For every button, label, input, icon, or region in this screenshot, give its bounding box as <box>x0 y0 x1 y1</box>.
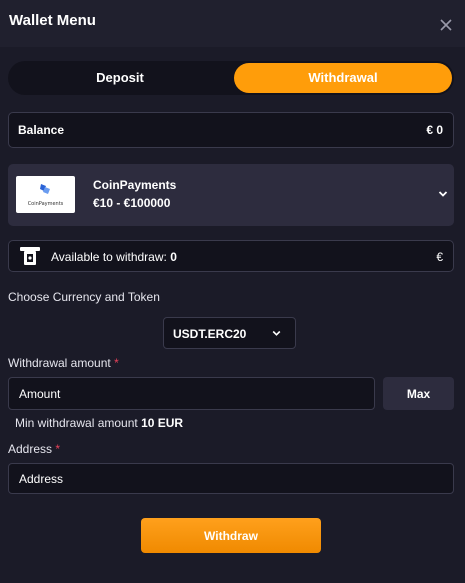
modal-title: Wallet Menu <box>9 12 96 29</box>
min-withdrawal-note: Min withdrawal amount 10 EUR <box>15 416 183 430</box>
available-label-text: Available to withdraw: <box>51 250 171 264</box>
chevron-down-icon <box>272 330 281 336</box>
tab-withdrawal[interactable]: Withdrawal <box>234 63 452 93</box>
max-button[interactable]: Max <box>383 377 454 410</box>
address-label: Address * <box>8 442 60 456</box>
amount-input[interactable] <box>8 377 375 410</box>
tab-bar: Deposit Withdrawal <box>8 61 454 95</box>
chevron-down-icon[interactable] <box>438 190 448 198</box>
close-icon[interactable] <box>436 15 456 35</box>
logo-text: CoinPayments <box>27 201 64 207</box>
available-currency: € <box>436 250 443 264</box>
modal-header: Wallet Menu <box>0 0 465 47</box>
address-input[interactable] <box>8 463 454 494</box>
balance-value: € 0 <box>426 123 443 137</box>
min-note-value: 10 EUR <box>141 416 184 430</box>
min-note-prefix: Min withdrawal amount <box>15 416 142 430</box>
required-marker: * <box>114 356 119 370</box>
tab-deposit[interactable]: Deposit <box>10 63 230 93</box>
address-label-text: Address <box>8 442 53 456</box>
withdraw-button[interactable]: Withdraw <box>141 518 321 553</box>
payment-method-name: CoinPayments <box>93 178 177 192</box>
balance-label: Balance <box>18 123 65 137</box>
available-label: Available to withdraw: 0 <box>51 250 177 264</box>
currency-token-select[interactable]: USDT.ERC20 <box>163 317 296 349</box>
required-marker: * <box>55 442 61 456</box>
atm-withdraw-icon <box>20 247 40 265</box>
coinpayments-logo-mark <box>40 184 50 194</box>
withdrawal-amount-label-text: Withdrawal amount <box>8 356 111 370</box>
payment-method-select[interactable]: CoinPayments CoinPayments €10 - €100000 <box>8 164 454 226</box>
payment-method-range: €10 - €100000 <box>93 196 171 210</box>
currency-selected-value: USDT.ERC20 <box>173 327 247 341</box>
balance-box: Balance € 0 <box>8 112 454 148</box>
withdrawal-amount-label: Withdrawal amount * <box>8 356 119 370</box>
coinpayments-logo: CoinPayments <box>16 176 75 213</box>
choose-currency-label: Choose Currency and Token <box>8 290 160 304</box>
available-to-withdraw-box: Available to withdraw: 0 € <box>8 240 454 272</box>
available-value: 0 <box>170 250 177 264</box>
